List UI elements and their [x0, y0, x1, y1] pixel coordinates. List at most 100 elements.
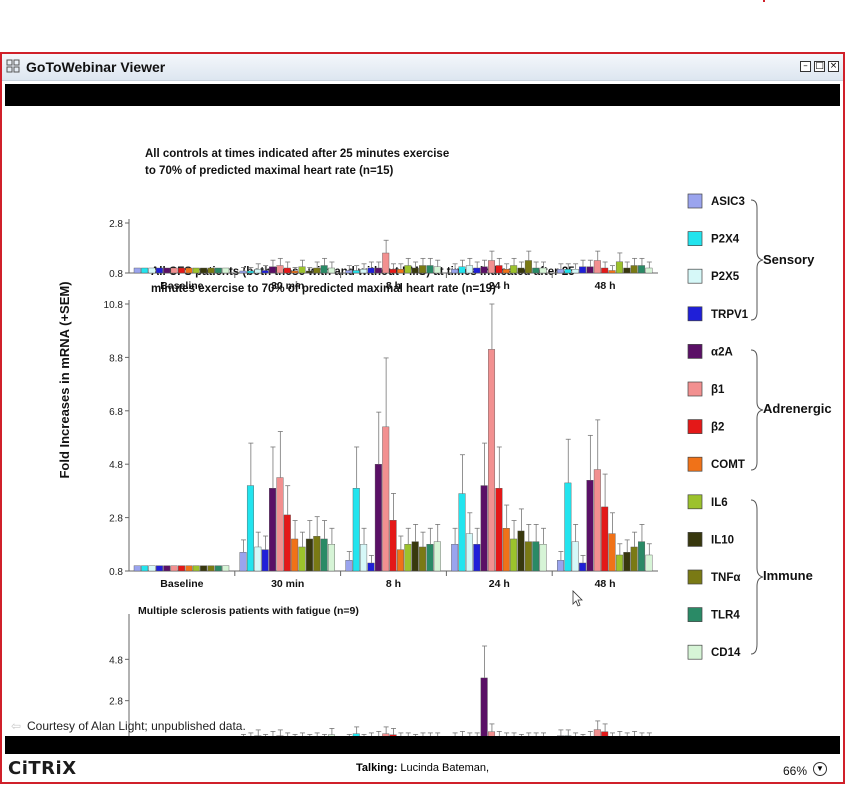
chart-panel-2: 0.8 2.8 4.8 6.8 8.8 10.8 Baseline 30 min 8 h 24 h… [104, 300, 658, 590]
x-tick-label: 48 h [595, 578, 616, 590]
bar [328, 267, 336, 274]
bar [419, 546, 427, 572]
bar [411, 267, 419, 274]
bar [396, 269, 404, 274]
bar [352, 488, 360, 572]
bar [320, 265, 328, 274]
y-tick-label: 4.8 [109, 655, 123, 666]
bar [532, 267, 540, 274]
bar [283, 514, 291, 572]
bar [389, 269, 397, 274]
bar [254, 546, 262, 572]
bar [517, 530, 525, 572]
bar [601, 267, 609, 274]
bar [615, 261, 623, 274]
bar [404, 544, 412, 572]
bar [291, 270, 299, 274]
bar [411, 541, 419, 572]
bar [305, 270, 313, 274]
bar [502, 269, 510, 274]
y-axis-label: Fold Increases in mRNA (+SEM) [57, 281, 72, 478]
bar [360, 269, 368, 274]
bar [313, 536, 321, 572]
minimize-button[interactable]: – [800, 61, 811, 72]
bar [630, 546, 638, 572]
bar [163, 565, 171, 572]
x-tick-label: 48 h [595, 280, 616, 292]
legend-label: P2X4 [711, 234, 740, 246]
chart-panel-3: 0.82.84.8Baseline30 min8 h24 h48 h [109, 614, 658, 761]
bar [458, 493, 466, 572]
bar [465, 265, 473, 274]
bar [352, 270, 360, 274]
legend-item: COMT [687, 456, 745, 472]
legend-item: TNFα [687, 569, 740, 585]
bar [426, 544, 434, 572]
bar [564, 482, 572, 572]
bar [473, 267, 481, 274]
bar [404, 265, 412, 274]
bar [488, 260, 496, 274]
bar [645, 267, 653, 274]
bar [261, 270, 269, 274]
maximize-button[interactable]: □ [814, 61, 825, 72]
legend-swatch [687, 306, 703, 322]
bar [532, 541, 540, 572]
close-button[interactable]: × [828, 61, 839, 72]
zoom-dropdown-icon[interactable]: ▼ [813, 762, 827, 776]
bar [170, 565, 178, 572]
bar [246, 485, 254, 572]
y-tick-label: 0.8 [109, 269, 123, 280]
immune-brace [750, 499, 764, 655]
adrenergic-brace [750, 349, 764, 471]
bar [382, 426, 390, 572]
bar [178, 267, 185, 274]
bar [298, 266, 306, 274]
x-tick-label: 30 min [271, 578, 304, 590]
bar [207, 267, 215, 274]
legend-label: TRPV1 [711, 309, 749, 321]
bar [426, 265, 434, 274]
app-icon [6, 59, 20, 73]
bar [163, 267, 171, 274]
bar [579, 266, 587, 274]
bar [185, 267, 193, 274]
bar [451, 544, 459, 572]
y-tick-label: 2.8 [109, 697, 123, 708]
title-bar[interactable]: GoToWebinar Viewer – □ × [2, 54, 843, 81]
bar [207, 565, 215, 572]
top-black-bar [5, 84, 840, 106]
bar [465, 533, 473, 572]
bar [564, 269, 572, 274]
bar [593, 469, 601, 572]
bar [586, 266, 594, 274]
bar [148, 565, 156, 572]
bar [374, 267, 382, 274]
legend-label: ASIC3 [711, 196, 745, 208]
x-tick-label: Baseline [160, 280, 203, 292]
talking-name: Lucinda Bateman, [400, 762, 490, 774]
legend-item: CD14 [687, 644, 741, 660]
window-title: GoToWebinar Viewer [26, 59, 166, 75]
bar [638, 265, 646, 274]
prev-slide-icon[interactable]: ⇦ [11, 719, 21, 733]
bar [192, 565, 200, 572]
bar [480, 485, 488, 572]
viewer-window: GoToWebinar Viewer – □ × Fold Increases … [0, 52, 845, 784]
bar [382, 252, 390, 274]
bar [630, 265, 638, 274]
y-tick-label: 10.8 [104, 300, 124, 311]
zoom-level: 66% [782, 764, 807, 778]
legend-label: IL6 [711, 497, 728, 509]
bar [141, 267, 149, 274]
group-label-adrenergic: Adrenergic [763, 401, 832, 416]
legend-item: α2A [687, 344, 733, 359]
bar [141, 565, 149, 572]
bar [192, 267, 200, 274]
slide-canvas: Fold Increases in mRNA (+SEM) All contro… [11, 148, 832, 761]
legend-item: P2X4 [687, 231, 740, 246]
legend-swatch [687, 456, 703, 472]
bar [133, 267, 141, 274]
y-tick-label: 6.8 [109, 407, 123, 418]
charts-layer: 0.8 2.8 Baseline 30 min 8 h 24 h 48 h 0.8 2.8 4.8… [104, 219, 658, 761]
